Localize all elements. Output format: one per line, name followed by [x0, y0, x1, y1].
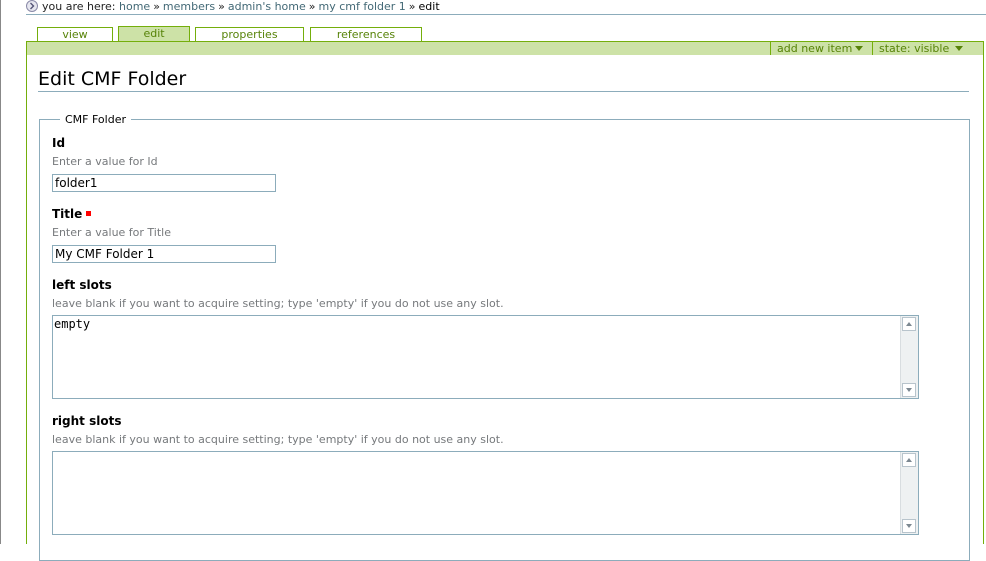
title-divider: [38, 91, 969, 92]
breadcrumb-current: edit: [418, 0, 440, 13]
title-label: Title: [52, 207, 92, 222]
breadcrumb-separator: »: [408, 0, 416, 13]
right-slots-help: leave blank if you want to acquire setti…: [52, 433, 504, 446]
chevron-down-icon: [855, 46, 864, 51]
breadcrumb-separator: »: [308, 0, 316, 13]
right-slots-textarea[interactable]: [52, 451, 919, 535]
page-title: Edit CMF Folder: [38, 68, 187, 90]
left-slots-help: leave blank if you want to acquire setti…: [52, 297, 504, 310]
left-slots-value: empty: [54, 317, 91, 331]
breadcrumb-separator: »: [153, 0, 160, 13]
id-help: Enter a value for Id: [52, 155, 158, 168]
id-label: Id: [52, 136, 66, 150]
breadcrumb-arrow-icon: [26, 0, 38, 12]
breadcrumb: you are here: home» members» admin's home»…: [26, 0, 440, 14]
breadcrumb-separator: »: [218, 0, 225, 13]
state-menu[interactable]: state: visible: [872, 42, 964, 55]
required-marker-icon: [86, 211, 92, 216]
right-slots-scrollbar[interactable]: [900, 452, 918, 534]
breadcrumb-prefix: you are here:: [42, 0, 116, 13]
content-actions-bar: add new item state: visible: [26, 41, 984, 56]
tab-references[interactable]: references: [310, 27, 422, 42]
add-new-item-menu[interactable]: add new item: [770, 42, 864, 55]
scroll-down-arrow-icon[interactable]: [902, 383, 916, 397]
title-field[interactable]: [52, 245, 276, 263]
left-slots-scrollbar[interactable]: [900, 316, 918, 398]
right-slots-label: right slots: [52, 414, 122, 428]
id-field[interactable]: [52, 174, 276, 192]
breadcrumb-home-link[interactable]: home: [119, 0, 150, 13]
title-label-text: Title: [52, 207, 83, 221]
breadcrumb-folder-link[interactable]: my cmf folder 1: [319, 0, 406, 13]
breadcrumb-admins-home-link[interactable]: admin's home: [228, 0, 306, 13]
add-new-item-label: add new item: [777, 42, 853, 55]
fieldset-legend: CMF Folder: [60, 113, 131, 126]
scroll-up-arrow-icon[interactable]: [902, 317, 916, 331]
page-left-border: [0, 0, 1, 544]
left-slots-textarea[interactable]: empty: [52, 315, 919, 399]
scroll-down-arrow-icon[interactable]: [902, 519, 916, 533]
left-slots-label: left slots: [52, 278, 112, 292]
state-label: state: visible: [879, 42, 950, 55]
breadcrumb-divider: [26, 14, 986, 15]
breadcrumb-members-link[interactable]: members: [163, 0, 215, 13]
tab-properties[interactable]: properties: [195, 27, 304, 42]
tab-view[interactable]: view: [37, 27, 113, 42]
chevron-down-icon: [955, 46, 964, 51]
scroll-up-arrow-icon[interactable]: [902, 453, 916, 467]
title-help: Enter a value for Title: [52, 226, 171, 239]
